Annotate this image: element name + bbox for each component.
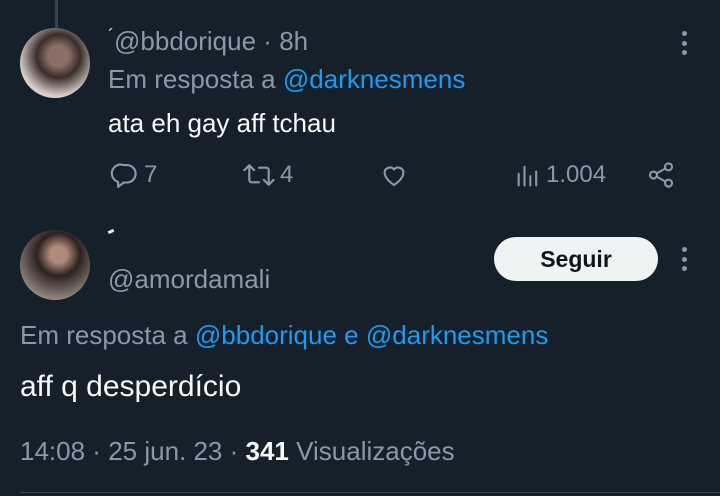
comment-icon bbox=[110, 163, 137, 188]
divider bbox=[20, 492, 720, 493]
views-button[interactable]: 1.004 bbox=[514, 158, 606, 192]
avatar[interactable] bbox=[20, 28, 90, 98]
reply-button[interactable]: 7 bbox=[110, 158, 157, 192]
reply-count: 7 bbox=[144, 161, 158, 188]
analytics-icon bbox=[517, 165, 538, 187]
replying-to: Em resposta a @darknesmens bbox=[108, 64, 465, 95]
share-button[interactable] bbox=[646, 158, 676, 192]
tweet-text: aff q desperdício bbox=[20, 370, 242, 403]
follow-button[interactable]: Seguir bbox=[494, 237, 658, 281]
tweet-time[interactable]: 14:08 bbox=[20, 436, 85, 466]
thread-connector-line bbox=[55, 0, 58, 28]
views-count: 1.004 bbox=[546, 161, 607, 188]
tweet-text: ata eh gay aff tchau bbox=[108, 108, 336, 138]
retweet-count: 4 bbox=[280, 161, 294, 188]
separator-dot: · bbox=[263, 26, 272, 56]
user-handle[interactable]: @amordamali bbox=[108, 264, 270, 295]
replying-to-label: Em resposta a bbox=[108, 64, 276, 94]
like-button[interactable] bbox=[378, 158, 410, 192]
mention-link[interactable]: @darknesmens bbox=[283, 64, 465, 94]
retweet-icon bbox=[243, 164, 275, 186]
avatar[interactable] bbox=[20, 230, 90, 300]
replying-to-joiner: e bbox=[344, 320, 359, 350]
more-options-button[interactable] bbox=[672, 244, 696, 274]
display-name[interactable] bbox=[107, 228, 115, 235]
user-handle[interactable]: @bbdorique bbox=[114, 26, 256, 56]
tweet-time[interactable]: 8h bbox=[279, 26, 308, 56]
more-dot-icon bbox=[681, 40, 687, 46]
views-label: Visualizações bbox=[296, 436, 455, 466]
more-options-button[interactable] bbox=[672, 28, 696, 58]
share-icon bbox=[648, 162, 674, 188]
views-count: 341 bbox=[245, 436, 289, 466]
mention-link[interactable]: @darknesmens bbox=[366, 320, 548, 350]
replying-to: Em resposta a @bbdorique e @darknesmens bbox=[20, 320, 548, 351]
reply-tweet-header: ´@bbdorique · 8h bbox=[108, 26, 309, 56]
replying-to-label: Em resposta a bbox=[20, 320, 188, 350]
more-dot-icon bbox=[681, 266, 687, 271]
heart-icon bbox=[383, 166, 405, 187]
more-dot-icon bbox=[681, 256, 687, 262]
retweet-button[interactable]: 4 bbox=[242, 158, 293, 192]
more-dot-icon bbox=[681, 31, 687, 36]
more-dot-icon bbox=[681, 247, 687, 252]
tweet-date[interactable]: 25 jun. 23 bbox=[108, 436, 222, 466]
more-dot-icon bbox=[681, 50, 687, 55]
mention-link[interactable]: @bbdorique bbox=[195, 320, 337, 350]
tweet-timestamp: 14:08 · 25 jun. 23 · 341 Visualizações bbox=[20, 436, 455, 466]
